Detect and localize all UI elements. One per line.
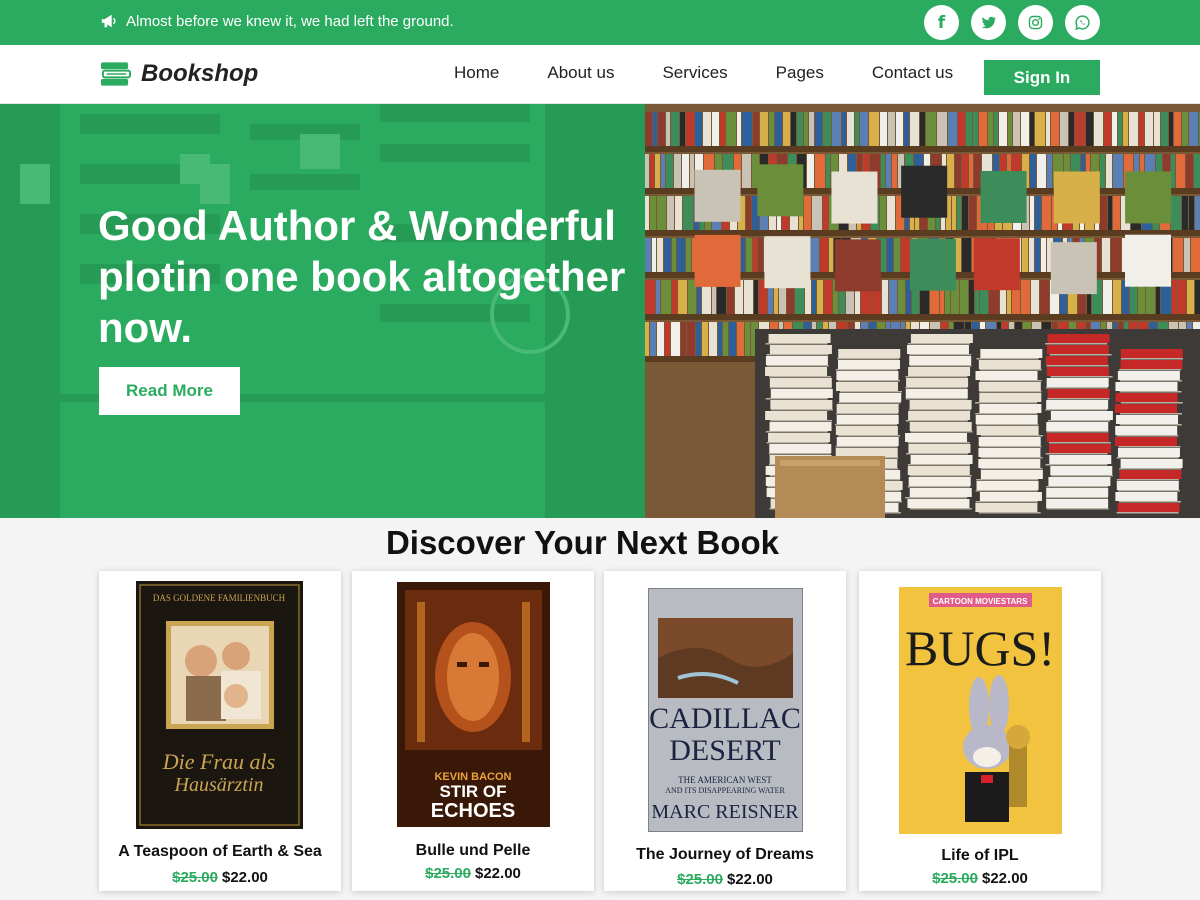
cover-text: MARC REISNER — [651, 801, 799, 823]
megaphone-icon — [101, 14, 116, 28]
books-icon — [100, 62, 132, 86]
book-cover-image: DAS GOLDENE FAMILIENBUCH Die Frau als Ha… — [136, 581, 303, 829]
cover-text: Die Frau als — [162, 749, 275, 774]
whatsapp-icon — [1075, 15, 1090, 30]
instagram-icon — [1028, 15, 1043, 30]
book-card[interactable]: CADILLAC DESERT THE AMERICAN WEST AND IT… — [604, 571, 846, 891]
nav-pages[interactable]: Pages — [776, 63, 824, 83]
read-more-button[interactable]: Read More — [99, 367, 240, 415]
cover-text: STIR OF — [439, 782, 506, 801]
cover-text: ECHOES — [431, 800, 515, 822]
nav-links: Home About us Services Pages Contact us — [454, 63, 1001, 83]
sign-in-button[interactable]: Sign In — [984, 60, 1100, 95]
current-price: $22.00 — [982, 870, 1028, 887]
brand-logo[interactable]: Bookshop — [99, 60, 258, 88]
main-navbar: Bookshop Home About us Services Pages Co… — [0, 45, 1200, 104]
book-title: The Journey of Dreams — [636, 846, 814, 863]
whatsapp-link[interactable] — [1065, 5, 1100, 40]
nav-home[interactable]: Home — [454, 63, 499, 83]
book-title: Life of IPL — [941, 847, 1019, 864]
book-title: A Teaspoon of Earth & Sea — [118, 843, 322, 860]
twitter-icon — [981, 16, 997, 29]
cover-text: AND ITS DISAPPEARING WATER — [665, 786, 785, 795]
book-price: $25.00 $22.00 — [352, 865, 594, 882]
book-price: $25.00 $22.00 — [859, 870, 1101, 887]
announcement: Almost before we knew it, we had left th… — [100, 12, 454, 30]
old-price: $25.00 — [172, 869, 218, 886]
cover-text: CARTOON MOVIESTARS — [933, 597, 1028, 606]
instagram-link[interactable] — [1018, 5, 1053, 40]
book-title: Bulle und Pelle — [415, 842, 531, 859]
book-price: $25.00 $22.00 — [99, 869, 341, 886]
bookstore-shelves-image — [645, 104, 1200, 518]
current-price: $22.00 — [222, 869, 268, 886]
cover-text: THE AMERICAN WEST — [678, 775, 772, 785]
cover-text: BUGS! — [905, 620, 1055, 676]
book-card[interactable]: CARTOON MOVIESTARS BUGS! Life of IPL $25… — [859, 571, 1101, 891]
book-cover-image: KEVIN BACON STIR OF ECHOES — [397, 582, 550, 827]
book-card[interactable]: DAS GOLDENE FAMILIENBUCH Die Frau als Ha… — [99, 571, 341, 891]
section-title: Discover Your Next Book — [385, 524, 780, 561]
cover-text: DESERT — [669, 734, 781, 767]
book-cover-image: CARTOON MOVIESTARS BUGS! — [899, 587, 1062, 834]
book-cover-image: CADILLAC DESERT THE AMERICAN WEST AND IT… — [648, 588, 803, 832]
top-bar: Almost before we knew it, we had left th… — [0, 0, 1200, 45]
old-price: $25.00 — [932, 870, 978, 887]
old-price: $25.00 — [425, 865, 471, 882]
old-price: $25.00 — [677, 871, 723, 888]
cover-text: DAS GOLDENE FAMILIENBUCH — [153, 593, 286, 603]
nav-services[interactable]: Services — [662, 63, 727, 83]
nav-about[interactable]: About us — [547, 63, 614, 83]
current-price: $22.00 — [475, 865, 521, 882]
book-price: $25.00 $22.00 — [604, 871, 846, 888]
facebook-icon: f — [937, 12, 946, 33]
bookstore-photo — [645, 104, 1200, 518]
current-price: $22.00 — [727, 871, 773, 888]
nav-contact[interactable]: Contact us — [872, 63, 953, 83]
cover-text: CADILLAC — [649, 702, 801, 735]
cover-text: Hausärztin — [174, 774, 264, 796]
brand-name: Bookshop — [141, 60, 259, 87]
announcement-text: Almost before we knew it, we had left th… — [126, 12, 454, 30]
facebook-link[interactable]: f — [924, 5, 959, 40]
hero-title: Good Author & Wonderful plotin one book … — [98, 202, 626, 351]
social-links: f — [924, 5, 1100, 40]
twitter-link[interactable] — [971, 5, 1006, 40]
hero-banner: Good Author & Wonderful plotin one book … — [0, 104, 1200, 518]
book-card[interactable]: KEVIN BACON STIR OF ECHOES Bulle und Pel… — [352, 571, 594, 891]
